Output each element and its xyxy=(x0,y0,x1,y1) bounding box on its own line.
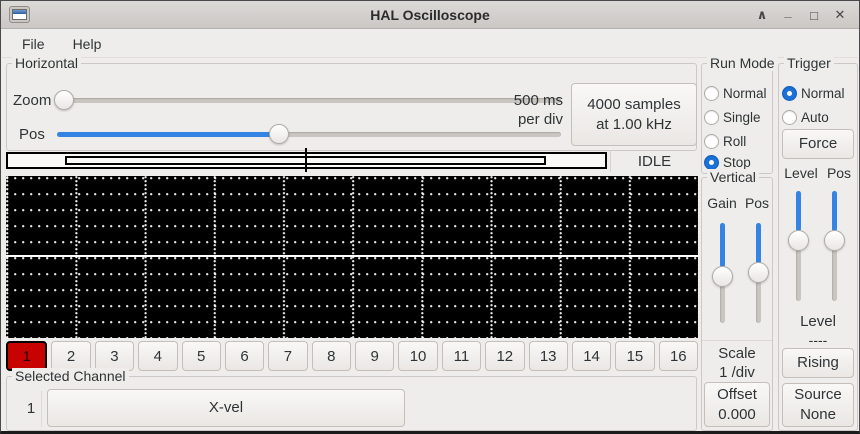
samples-button[interactable]: 4000 samples at 1.00 kHz xyxy=(571,83,697,146)
radio-icon xyxy=(782,110,797,125)
horizontal-group-label: Horizontal xyxy=(12,55,81,71)
channel-button-5[interactable]: 5 xyxy=(182,341,221,371)
force-button[interactable]: Force xyxy=(782,129,854,159)
vpos-slider-label: Pos xyxy=(743,195,771,211)
selected-channel-label: Selected Channel xyxy=(12,368,129,384)
vpos-slider-handle[interactable] xyxy=(748,262,769,283)
scale-value-line2[interactable]: 1 /div xyxy=(701,364,773,381)
vertical-group-label: Vertical xyxy=(707,169,759,185)
radio-icon xyxy=(704,155,719,170)
channel-button-9[interactable]: 9 xyxy=(355,341,394,371)
record-trigger-cursor xyxy=(305,148,307,172)
trigger-level-slider-fill xyxy=(796,191,801,231)
channel-button-14[interactable]: 14 xyxy=(572,341,611,371)
zoom-slider-label: Zoom xyxy=(13,92,51,109)
minimize-icon[interactable]: _ xyxy=(775,3,801,27)
radio-icon xyxy=(704,134,719,149)
samples-line2: at 1.00 kHz xyxy=(596,115,672,135)
trigger-normal-radio[interactable]: Normal xyxy=(782,83,845,103)
gain-slider-handle[interactable] xyxy=(712,266,733,287)
hal-oscilloscope-window: HAL Oscilloscope ∧ _ □ ✕ File Help Horiz… xyxy=(0,0,860,434)
trigger-pos-slider-fill xyxy=(832,191,837,231)
timebase-unit: per div xyxy=(481,111,563,128)
selected-channel-number: 1 xyxy=(21,400,41,417)
channel-button-8[interactable]: 8 xyxy=(312,341,351,371)
trigger-level-slider-label: Level xyxy=(780,165,822,181)
channel-source-button[interactable]: X-vel xyxy=(47,389,405,427)
run-mode-group-label: Run Mode xyxy=(707,55,778,71)
channel-button-1[interactable]: 1 xyxy=(6,341,47,371)
radio-icon xyxy=(704,110,719,125)
timebase-value: 500 ms xyxy=(481,92,563,109)
scale-value-line1[interactable]: Scale xyxy=(701,345,773,362)
radio-icon xyxy=(704,86,719,101)
pos-slider-fill xyxy=(57,132,279,137)
shade-icon[interactable]: ∧ xyxy=(749,3,775,27)
channel-button-16[interactable]: 16 xyxy=(659,341,698,371)
channel-button-2[interactable]: 2 xyxy=(51,341,90,371)
channel-button-12[interactable]: 12 xyxy=(485,341,524,371)
offset-button[interactable]: Offset 0.000 xyxy=(704,382,770,427)
trigger-level-slider-handle[interactable] xyxy=(788,230,809,251)
channel-button-3[interactable]: 3 xyxy=(95,341,134,371)
channel-button-11[interactable]: 11 xyxy=(442,341,481,371)
run-mode-normal-radio[interactable]: Normal xyxy=(704,83,767,103)
channel-buttons: 12345678910111213141516 xyxy=(6,341,698,371)
scope-display[interactable] xyxy=(6,176,698,338)
samples-line1: 4000 samples xyxy=(587,95,680,115)
window-title: HAL Oscilloscope xyxy=(1,1,859,29)
menu-file[interactable]: File xyxy=(12,32,55,56)
trigger-auto-radio[interactable]: Auto xyxy=(782,107,829,127)
channel-button-7[interactable]: 7 xyxy=(268,341,307,371)
pos-slider-label: Pos xyxy=(19,126,45,143)
trigger-edge-button[interactable]: Rising xyxy=(782,348,854,378)
run-mode-single-radio[interactable]: Single xyxy=(704,107,761,127)
trigger-level-caption: Level xyxy=(778,313,858,330)
close-icon[interactable]: ✕ xyxy=(827,3,853,27)
zoom-slider-handle[interactable] xyxy=(54,90,74,110)
channel-button-15[interactable]: 15 xyxy=(615,341,654,371)
title-bar: HAL Oscilloscope ∧ _ □ ✕ xyxy=(1,1,859,29)
gain-slider-fill xyxy=(720,223,725,267)
channel-button-4[interactable]: 4 xyxy=(138,341,177,371)
trigger-pos-slider-label: Pos xyxy=(825,165,853,181)
status-text: IDLE xyxy=(611,153,698,170)
vpos-slider-fill xyxy=(756,223,761,264)
channel-button-6[interactable]: 6 xyxy=(225,341,264,371)
pos-slider-handle[interactable] xyxy=(269,124,289,144)
run-mode-roll-radio[interactable]: Roll xyxy=(704,131,746,151)
menu-bar: File Help xyxy=(2,30,858,58)
trigger-group-label: Trigger xyxy=(784,55,834,71)
selected-channel-separator xyxy=(41,391,42,427)
channel1-trace xyxy=(6,255,698,257)
radio-icon xyxy=(782,86,797,101)
channel-button-10[interactable]: 10 xyxy=(398,341,437,371)
trigger-pos-slider-handle[interactable] xyxy=(824,230,845,251)
maximize-icon[interactable]: □ xyxy=(801,3,827,27)
vertical-separator xyxy=(702,340,772,341)
gain-slider-label: Gain xyxy=(705,195,739,211)
menu-help[interactable]: Help xyxy=(63,32,112,56)
channel-button-13[interactable]: 13 xyxy=(529,341,568,371)
window-controls: ∧ _ □ ✕ xyxy=(749,1,853,29)
trigger-level-value: ---- xyxy=(778,332,858,348)
trigger-source-button[interactable]: Source None xyxy=(782,383,854,427)
